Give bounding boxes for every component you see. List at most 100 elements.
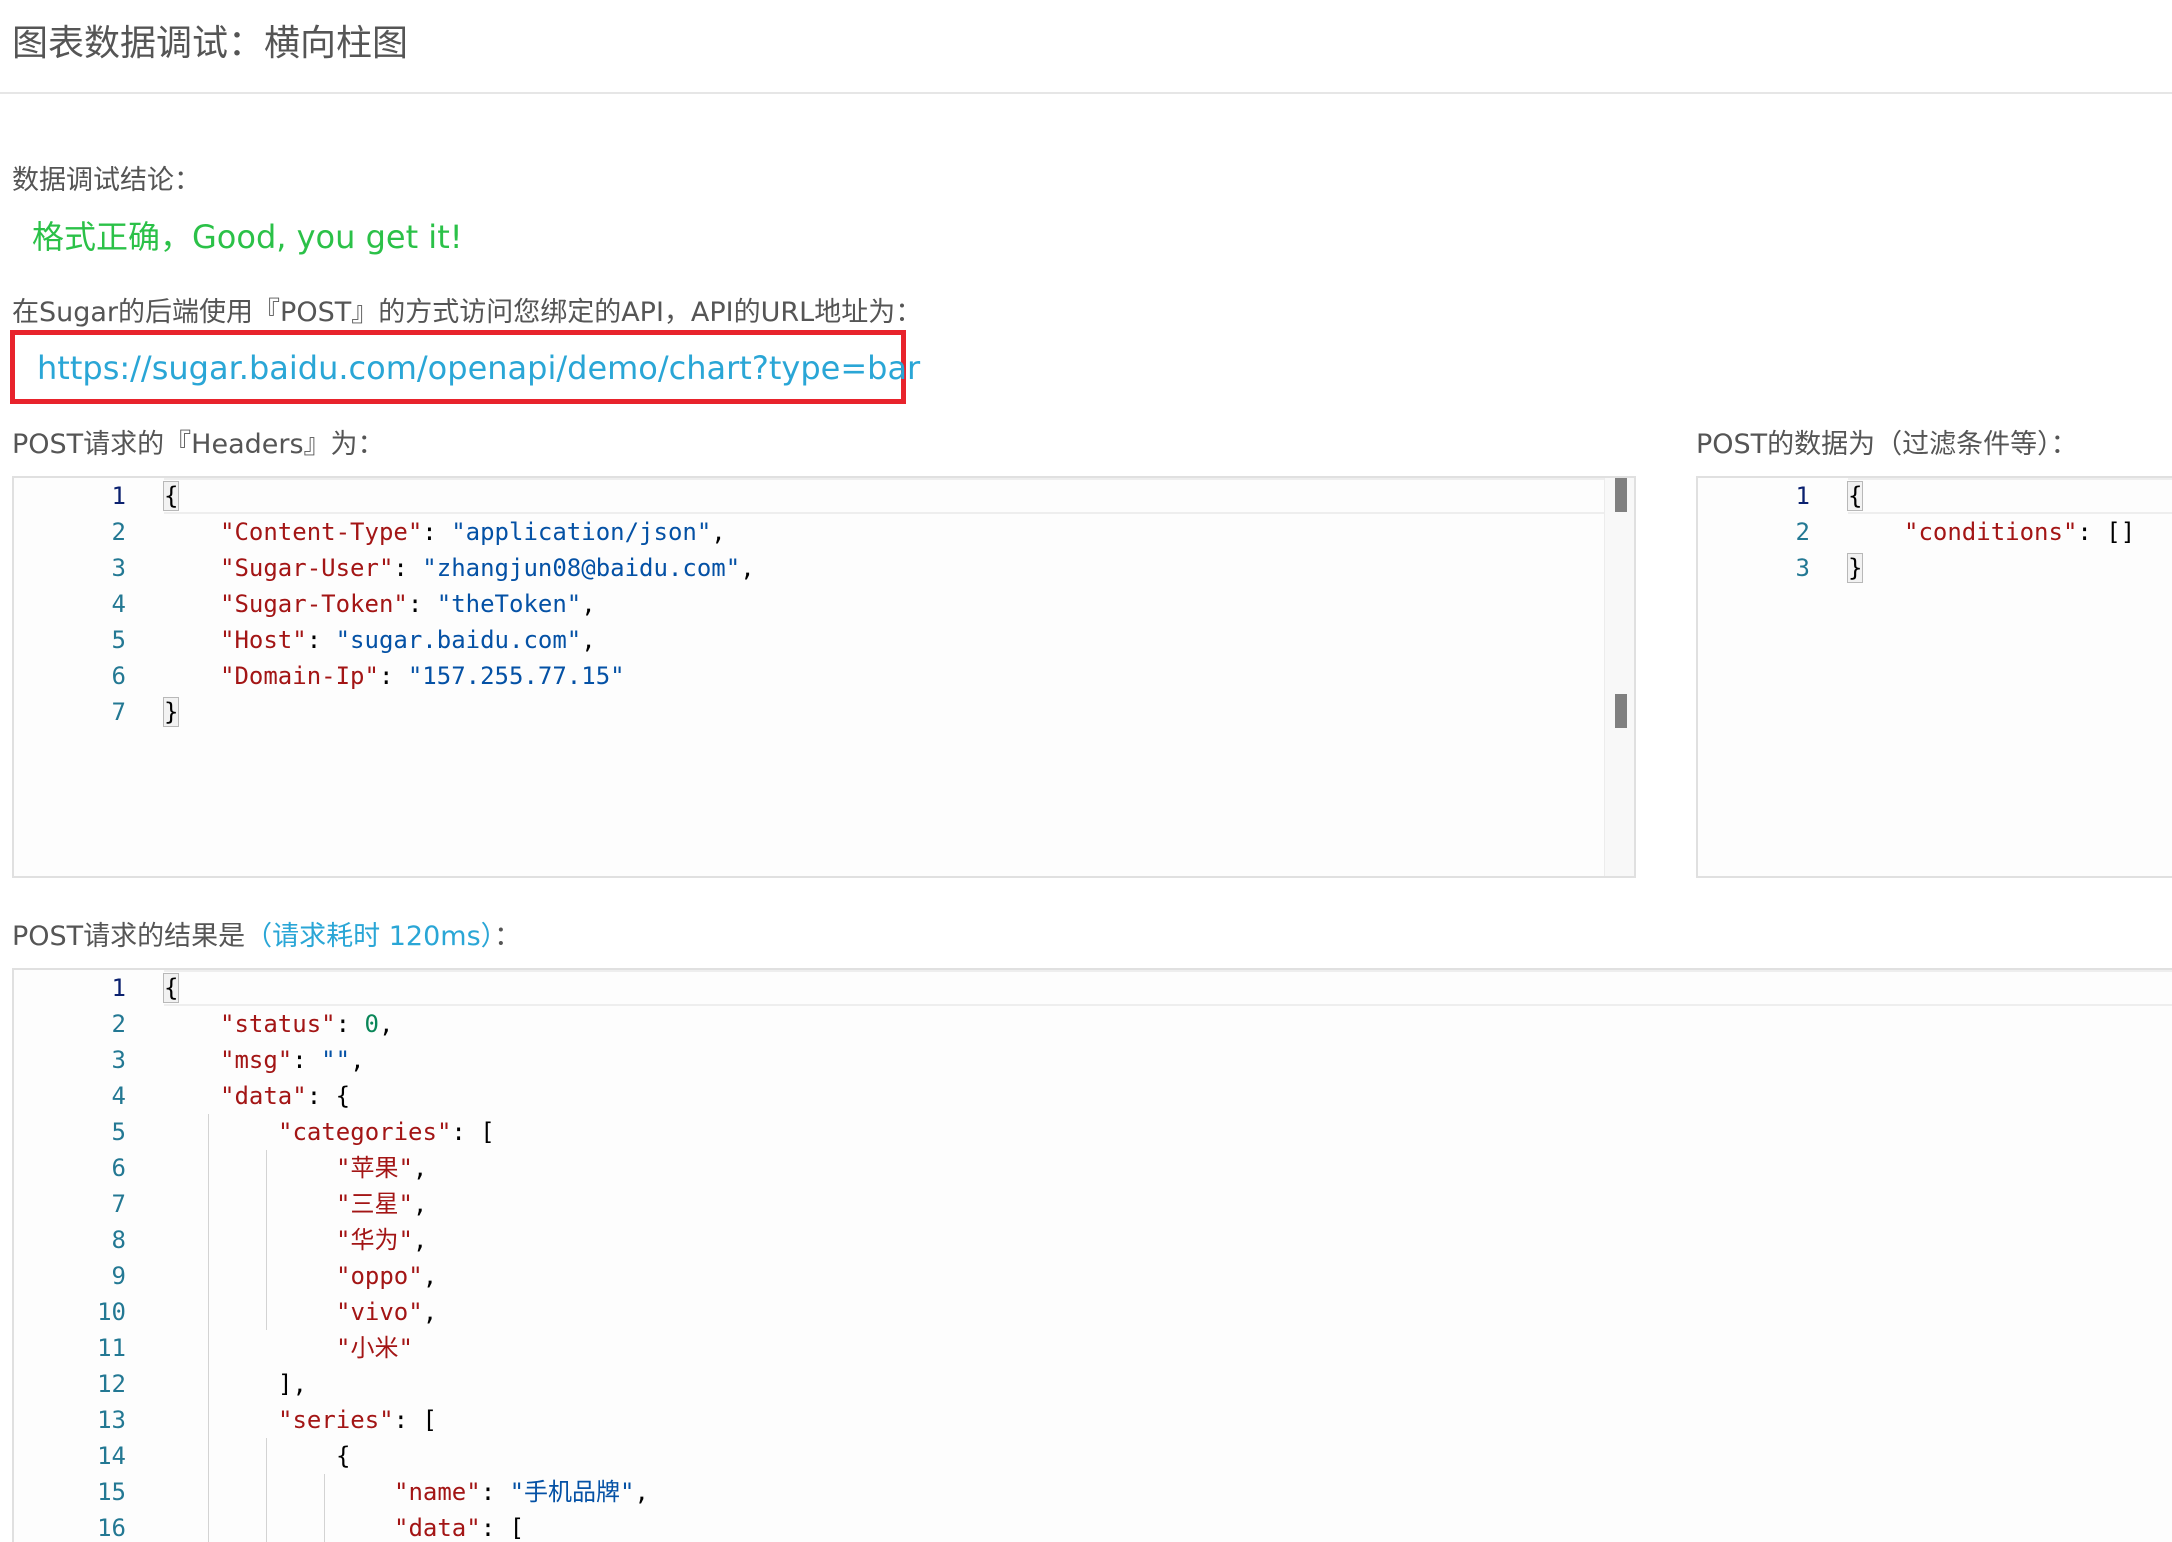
line-number: 3 [111, 554, 126, 582]
headers-code-editor[interactable]: 1 2 3 4 5 6 7 { "Content-Type": "applica… [12, 476, 1636, 878]
headers-label: POST请求的『Headers』为： [12, 429, 385, 460]
line-number: 6 [111, 662, 126, 690]
code-line: "data": { [220, 1082, 351, 1110]
category-value: "oppo" [336, 1262, 423, 1290]
current-line-highlight [164, 478, 1634, 514]
code-line: "华为", [336, 1226, 428, 1254]
code-line: } [1846, 550, 1864, 586]
code-line: "data": [ [394, 1514, 525, 1542]
indent-guide [266, 1150, 267, 1330]
code-line: "series": [ [278, 1406, 437, 1434]
indent-guide [266, 1438, 267, 1542]
scrollbar-marker [1615, 478, 1627, 512]
open-brace: { [162, 481, 180, 511]
line-number: 1 [111, 482, 126, 510]
category-value: "小米" [336, 1334, 413, 1362]
code-line: "小米" [336, 1330, 413, 1366]
line-number: 2 [1795, 518, 1810, 546]
post-data-line-numbers: 1 2 3 [1698, 478, 1838, 876]
headers-line-numbers: 1 2 3 4 5 6 7 [14, 478, 154, 876]
line-number: 15 [97, 1478, 126, 1506]
category-value: "苹果" [336, 1154, 413, 1182]
request-cost: （请求耗时 120ms） [245, 921, 495, 952]
code-line: "Sugar-Token": "theToken", [220, 590, 596, 618]
line-number: 13 [97, 1406, 126, 1434]
json-value: "zhangjun08@baidu.com" [422, 554, 741, 582]
line-number: 12 [97, 1370, 126, 1398]
headers-scrollbar[interactable] [1604, 478, 1634, 876]
line-number: 16 [97, 1514, 126, 1542]
json-key: "categories" [278, 1118, 452, 1146]
code-line: { [162, 970, 180, 1006]
response-code-editor[interactable]: 1 2 3 4 5 6 7 8 9 10 11 12 13 14 15 16 {… [12, 968, 2172, 1542]
line-number: 5 [111, 626, 126, 654]
category-value: "vivo" [336, 1298, 423, 1326]
code-line: "Host": "sugar.baidu.com", [220, 626, 596, 654]
line-number: 9 [111, 1262, 126, 1290]
line-number: 6 [111, 1154, 126, 1182]
json-value: "157.255.77.15" [407, 662, 625, 690]
line-number: 7 [111, 698, 126, 726]
post-data-code-editor[interactable]: 1 2 3 { "conditions": [] } [1696, 476, 2172, 878]
code-line: "status": 0, [220, 1010, 394, 1038]
json-key: "Sugar-Token" [220, 590, 408, 618]
title-divider [0, 92, 2172, 94]
response-code-area[interactable]: { "status": 0, "msg": "", "data": { "cat… [162, 970, 2172, 1542]
json-key: "status" [220, 1010, 336, 1038]
indent-guide [208, 1114, 209, 1542]
line-number: 4 [111, 590, 126, 618]
category-value: "三星" [336, 1190, 413, 1218]
scrollbar-marker [1615, 694, 1627, 728]
api-url-link[interactable]: https://sugar.baidu.com/openapi/demo/cha… [37, 349, 920, 387]
post-data-label: POST的数据为（过滤条件等）： [1696, 429, 2078, 460]
line-number: 8 [111, 1226, 126, 1254]
code-line: "oppo", [336, 1262, 438, 1290]
indent-guide [324, 1474, 325, 1542]
code-line: } [162, 694, 180, 730]
json-value: "application/json" [451, 518, 712, 546]
page-title: 图表数据调试：横向柱图 [12, 23, 409, 64]
json-punct: , [581, 626, 596, 654]
json-value: "手机品牌" [509, 1478, 635, 1506]
line-number: 1 [1795, 482, 1810, 510]
line-number: 4 [111, 1082, 126, 1110]
code-line: { [162, 478, 180, 514]
response-label-text: POST请求的结果是 [12, 921, 246, 952]
json-punct: , [711, 518, 726, 546]
post-data-code-area[interactable]: { "conditions": [] } [1846, 478, 2172, 876]
line-number: 2 [111, 518, 126, 546]
code-line: "conditions": [] [1904, 518, 2136, 546]
line-number: 10 [97, 1298, 126, 1326]
json-value: 0 [364, 1010, 379, 1038]
code-line: "Sugar-User": "zhangjun08@baidu.com", [220, 554, 755, 582]
json-key: "series" [278, 1406, 394, 1434]
close-brace: } [162, 697, 180, 727]
json-key: "Content-Type" [220, 518, 423, 546]
api-url-highlight-box: https://sugar.baidu.com/openapi/demo/cha… [10, 330, 920, 404]
code-line: { [336, 1442, 351, 1470]
json-value: [] [2106, 518, 2136, 546]
json-punct: , [581, 590, 596, 618]
result-label: 数据调试结论： [12, 165, 201, 196]
code-line: "苹果", [336, 1154, 428, 1182]
json-punct: , [740, 554, 755, 582]
open-brace: { [162, 973, 180, 1003]
json-key: "Host" [220, 626, 307, 654]
code-line: "msg": "", [220, 1046, 365, 1074]
close-brace: } [1846, 553, 1864, 583]
json-value: "theToken" [436, 590, 582, 618]
api-intro-text: 在Sugar的后端使用『POST』的方式访问您绑定的API，API的URL地址为… [12, 297, 923, 328]
json-key: "data" [220, 1082, 307, 1110]
code-line: "Content-Type": "application/json", [220, 518, 726, 546]
line-number: 1 [111, 974, 126, 1002]
json-value: "" [321, 1046, 351, 1074]
category-value: "华为" [336, 1226, 413, 1254]
line-number: 11 [97, 1334, 126, 1362]
headers-code-area[interactable]: { "Content-Type": "application/json", "S… [162, 478, 1634, 876]
code-line: "vivo", [336, 1298, 438, 1326]
json-key: "conditions" [1904, 518, 2078, 546]
code-line: { [1846, 478, 1864, 514]
code-line: "name": "手机品牌", [394, 1478, 649, 1506]
line-number: 3 [111, 1046, 126, 1074]
code-line: "Domain-Ip": "157.255.77.15" [220, 662, 625, 690]
